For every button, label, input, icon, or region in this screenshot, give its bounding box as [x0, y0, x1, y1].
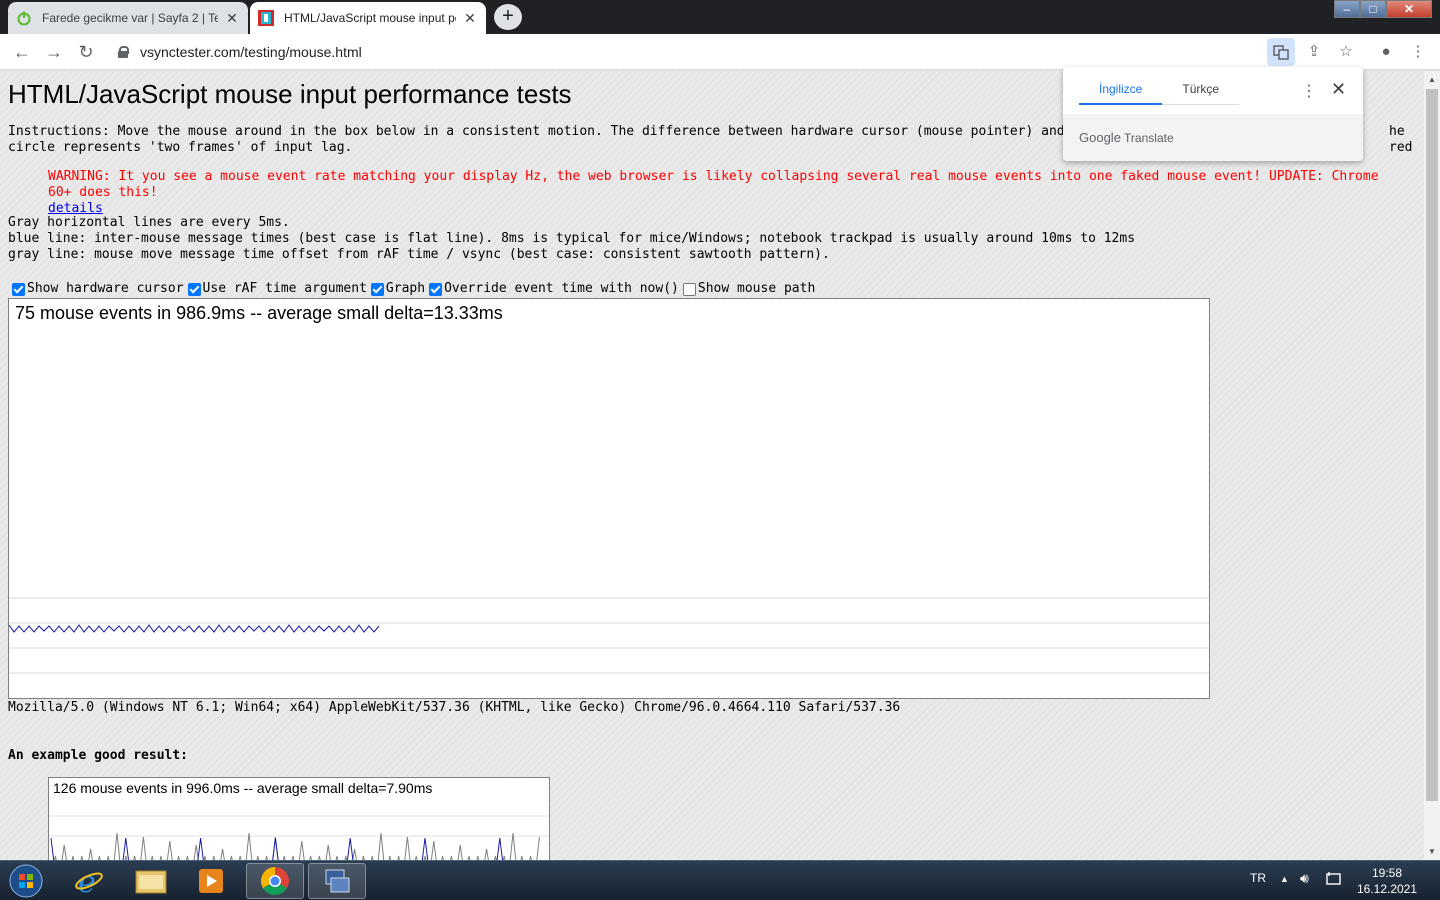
tab-strip: Farede gecikme var | Sayfa 2 | Tec ✕ HTM… [0, 0, 1440, 34]
start-button[interactable] [0, 863, 52, 899]
options-row: Show hardware cursor Use rAF time argume… [8, 281, 815, 297]
user-agent-text: Mozilla/5.0 (Windows NT 6.1; Win64; x64)… [8, 700, 901, 715]
bookmark-star-icon[interactable]: ☆ [1336, 42, 1356, 62]
scroll-thumb[interactable] [1426, 89, 1438, 801]
translate-icon[interactable] [1267, 38, 1295, 66]
google-translate-brand: Google Translate [1079, 130, 1174, 145]
show-hidden-icons-icon[interactable]: ▲ [1280, 874, 1289, 884]
media-player-taskbar-button[interactable] [182, 863, 240, 899]
override-event-time-checkbox[interactable] [429, 282, 443, 296]
computer-app-icon [325, 869, 350, 893]
window-controls: – □ ✕ [1334, 0, 1432, 18]
new-tab-button[interactable]: + [494, 4, 522, 30]
close-icon[interactable]: ✕ [1331, 79, 1346, 100]
chrome-taskbar-button[interactable] [246, 863, 304, 899]
share-icon[interactable]: ⇪ [1304, 42, 1324, 62]
warning-text: WARNING: It you see a mouse event rate m… [48, 169, 1379, 200]
folder-icon [135, 870, 167, 894]
network-app-taskbar-button[interactable] [308, 863, 366, 899]
tab-close-icon[interactable]: ✕ [462, 10, 478, 27]
profile-avatar-icon[interactable]: ● [1376, 42, 1396, 62]
browser-toolbar: ← → ↻ vsynctester.com/testing/mouse.html… [0, 34, 1440, 70]
details-link[interactable]: details [48, 201, 103, 216]
internet-explorer-taskbar-button[interactable]: e [60, 863, 118, 899]
note-line: blue line: inter-mouse message times (be… [8, 231, 1136, 246]
language-tab-english[interactable]: İngilizce [1079, 67, 1163, 105]
page-content: HTML/JavaScript mouse input performance … [0, 71, 1424, 860]
translate-options-icon[interactable]: ⋮ [1301, 81, 1317, 101]
use-raf-time-checkbox[interactable] [187, 282, 201, 296]
inter-mouse-time-line [9, 624, 380, 633]
tab-mouse-input[interactable]: HTML/JavaScript mouse input pe ✕ [250, 2, 486, 34]
example-heading: An example good result: [8, 748, 189, 763]
option-label: Use rAF time argument [202, 281, 367, 296]
clock-time: 19:58 [1371, 866, 1403, 880]
warning-message: WARNING: It you see a mouse event rate m… [48, 169, 1408, 217]
option-label: Show hardware cursor [27, 281, 184, 296]
note-line: gray line: mouse move message time offse… [8, 247, 830, 262]
clock-date: 16.12.2021 [1356, 882, 1418, 896]
address-bar[interactable]: vsynctester.com/testing/mouse.html [110, 38, 1300, 66]
option-label: Show mouse path [697, 281, 816, 296]
language-tabs: İngilizce Türkçe [1079, 67, 1240, 114]
tab-close-icon[interactable]: ✕ [224, 10, 240, 27]
back-arrow-icon[interactable]: ← [12, 42, 32, 62]
close-window-button[interactable]: ✕ [1386, 0, 1432, 18]
show-mouse-path-checkbox[interactable] [682, 282, 696, 296]
tab-title: Farede gecikme var | Sayfa 2 | Tec [42, 11, 218, 25]
graph-checkbox[interactable] [370, 282, 384, 296]
example-result-image: 126 mouse events in 996.0ms -- average s… [48, 777, 550, 860]
tab-farede-gecikme[interactable]: Farede gecikme var | Sayfa 2 | Tec ✕ [8, 2, 248, 34]
system-clock[interactable]: 19:58 16.12.2021 [1356, 865, 1418, 897]
translate-label: Translate [1124, 131, 1174, 145]
page-scrollbar[interactable]: ▲ ▼ [1424, 71, 1440, 860]
power-favicon-icon [17, 11, 31, 26]
page-title: HTML/JavaScript mouse input performance … [8, 79, 572, 109]
maximize-button[interactable]: □ [1360, 0, 1386, 18]
input-language[interactable]: TR [1250, 871, 1266, 885]
reload-icon[interactable]: ↻ [76, 42, 96, 62]
show-hardware-cursor-checkbox[interactable] [12, 282, 25, 296]
vsync-favicon-icon [258, 10, 274, 26]
mouse-test-canvas[interactable]: 75 mouse events in 986.9ms -- average sm… [8, 298, 1210, 699]
kebab-menu-icon[interactable]: ⋮ [1408, 42, 1428, 62]
volume-icon[interactable]: 🔊︎ [1300, 870, 1309, 887]
tab-title: HTML/JavaScript mouse input pe [284, 11, 456, 25]
example-graph [49, 815, 549, 860]
option-label: Graph [385, 281, 426, 296]
url-text: vsynctester.com/testing/mouse.html [140, 44, 362, 60]
windows-taskbar: e TR ▲ 🔊︎ 19:58 16.12.2021 [0, 860, 1440, 900]
lock-icon[interactable] [118, 46, 129, 58]
language-tab-turkish[interactable]: Türkçe [1162, 67, 1240, 105]
inter-event-graph [9, 597, 1209, 674]
graph-notes: Gray horizontal lines are every 5ms. blu… [8, 215, 1135, 263]
instructions-line1-right: he red [1389, 124, 1413, 155]
media-player-icon [199, 869, 223, 893]
chrome-icon [261, 867, 289, 895]
instructions-line2: circle represents 'two frames' of input … [8, 140, 353, 155]
forward-arrow-icon[interactable]: → [44, 42, 64, 62]
instructions-line1: Instructions: Move the mouse around in t… [8, 124, 1190, 139]
translate-popup: İngilizce Türkçe ⋮ ✕ Google Translate [1063, 67, 1363, 161]
option-label: Override event time with now() [444, 281, 679, 296]
scroll-down-arrow-icon[interactable]: ▼ [1424, 847, 1440, 856]
action-center-icon[interactable] [1326, 871, 1342, 890]
note-line: Gray horizontal lines are every 5ms. [8, 215, 290, 230]
minimize-button[interactable]: – [1334, 0, 1360, 18]
internet-explorer-icon: e [75, 866, 103, 896]
explorer-taskbar-button[interactable] [122, 863, 180, 899]
windows-start-icon [9, 864, 43, 898]
google-logo: Google [1079, 130, 1121, 145]
scroll-up-arrow-icon[interactable]: ▲ [1424, 75, 1440, 84]
